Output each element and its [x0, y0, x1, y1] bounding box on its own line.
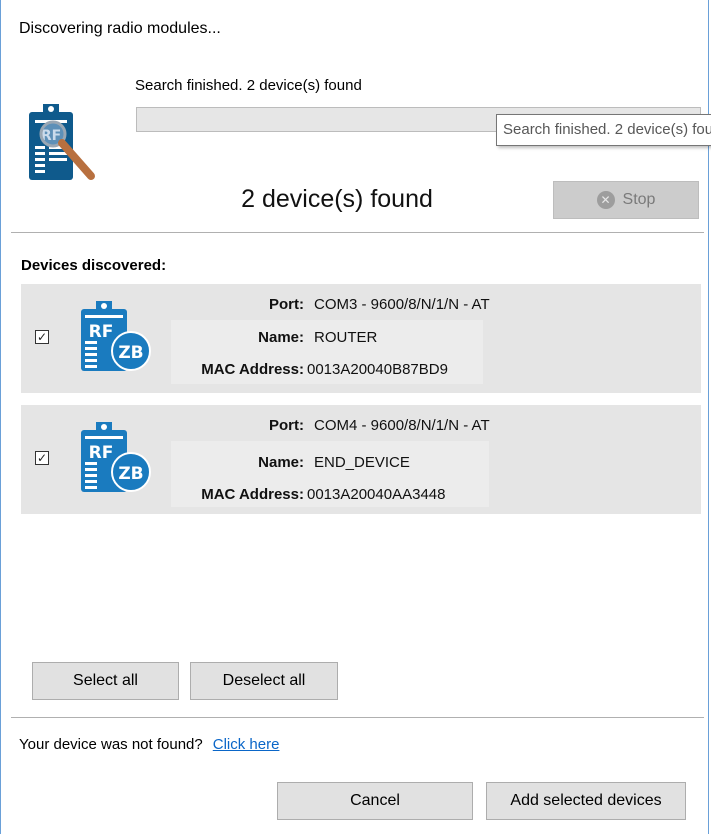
device-2-name-row: Name: END_DEVICE — [171, 452, 691, 474]
zb-badge-text: ZB — [118, 464, 143, 484]
zb-badge-text: ZB — [118, 343, 143, 363]
rf-icon-text: RF — [89, 322, 114, 342]
device-1-name: ROUTER — [314, 329, 378, 346]
device-row-1[interactable]: ✓ RF ZB Port: COM3 - 9600/8/N/1/N - AT N… — [21, 284, 701, 393]
select-all-button[interactable]: Select all — [32, 662, 179, 700]
rf-icon-text: RF — [89, 443, 114, 463]
bottom-divider — [11, 717, 704, 718]
device-1-port: COM3 - 9600/8/N/1/N - AT — [314, 296, 490, 313]
name-label: Name: — [258, 454, 304, 471]
device-2-checkbox[interactable]: ✓ — [35, 451, 49, 465]
progress-tooltip: Search finished. 2 device(s) found — [496, 114, 711, 146]
dialog-title: Discovering radio modules... — [19, 20, 221, 37]
devices-section-label: Devices discovered: — [21, 257, 167, 274]
device-count-label: 2 device(s) found — [241, 185, 433, 213]
mac-label: MAC Address: — [201, 361, 304, 378]
device-1-checkbox[interactable]: ✓ — [35, 330, 49, 344]
device-2-mac: 0013A20040AA3448 — [307, 486, 446, 503]
radio-search-icon: RF — [29, 104, 95, 180]
click-here-link[interactable]: Click here — [213, 736, 280, 753]
device-1-mac: 0013A20040B87BD9 — [307, 361, 448, 378]
add-selected-devices-button[interactable]: Add selected devices — [486, 782, 686, 820]
search-status-text: Search finished. 2 device(s) found — [135, 77, 362, 94]
device-2-port-row: Port: COM4 - 9600/8/N/1/N - AT — [171, 415, 691, 437]
not-found-text: Your device was not found? — [19, 736, 203, 753]
top-divider — [11, 232, 704, 233]
device-2-mac-row: MAC Address: 0013A20040AA3448 — [171, 484, 691, 506]
name-label: Name: — [258, 329, 304, 346]
deselect-all-button[interactable]: Deselect all — [190, 662, 338, 700]
device-2-name: END_DEVICE — [314, 454, 410, 471]
stop-button[interactable]: ✕ Stop — [553, 181, 699, 219]
device-row-2[interactable]: ✓ RF ZB Port: COM4 - 9600/8/N/1/N - AT N… — [21, 405, 701, 514]
port-label: Port: — [269, 417, 304, 434]
device-1-port-row: Port: COM3 - 9600/8/N/1/N - AT — [171, 294, 691, 316]
not-found-row: Your device was not found? Click here — [19, 736, 279, 753]
xbee-module-icon: RF ZB — [81, 422, 151, 492]
device-1-mac-row: MAC Address: 0013A20040B87BD9 — [171, 359, 691, 381]
stop-icon: ✕ — [596, 191, 615, 209]
discovery-dialog: Discovering radio modules... Search fini… — [0, 0, 711, 834]
mac-label: MAC Address: — [201, 486, 304, 503]
stop-button-label: Stop — [622, 191, 656, 208]
port-label: Port: — [269, 296, 304, 313]
cancel-button[interactable]: Cancel — [277, 782, 473, 820]
device-1-name-row: Name: ROUTER — [171, 327, 691, 349]
xbee-module-icon: RF ZB — [81, 301, 151, 371]
device-2-port: COM4 - 9600/8/N/1/N - AT — [314, 417, 490, 434]
